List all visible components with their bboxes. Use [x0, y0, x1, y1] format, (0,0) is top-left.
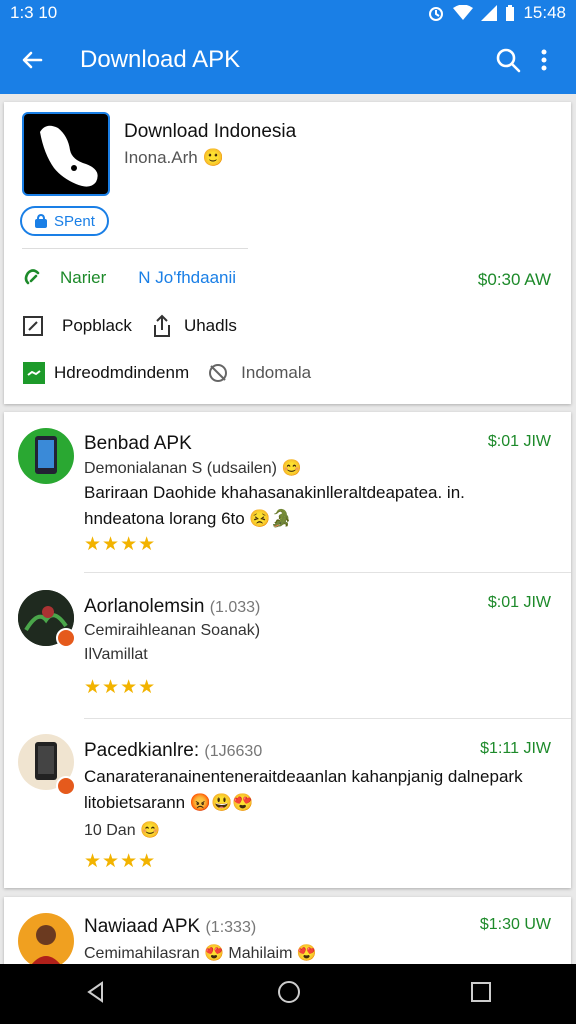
avatar: [18, 428, 74, 484]
emoji-icon: 🙂: [202, 148, 224, 167]
system-nav-bar: [0, 964, 576, 1024]
list-item[interactable]: Aorlanolemsin (1.033) $:01 JIW Cemiraihl…: [4, 572, 571, 719]
review-extra: 10 Dan 😊: [84, 822, 160, 839]
battery-icon: [506, 4, 515, 21]
meta-uhadls[interactable]: Uhadls: [184, 316, 237, 336]
review-price: $1:30 UW: [479, 916, 551, 933]
review-title: Benbad APK: [84, 433, 192, 454]
meta-joh[interactable]: N Jo'fhdaanii: [138, 268, 236, 288]
meta-popblack[interactable]: Popblack: [62, 316, 132, 336]
page-title: Download APK: [80, 46, 241, 73]
signal-icon: [481, 5, 498, 21]
overflow-menu-button[interactable]: [526, 42, 562, 78]
review-body: Bariraan Daohide khahasanakinlleraltdeap…: [84, 483, 465, 528]
nav-recents-button[interactable]: [470, 981, 492, 1008]
divider: [22, 248, 248, 249]
meta-row-3: Hdreodmdindenm Indomala: [22, 361, 311, 385]
app-badge-icon: [56, 628, 76, 648]
list-item[interactable]: Pacedkianlre: (1J6630 $1:11 JIW Canarate…: [4, 718, 571, 888]
app-icon[interactable]: [22, 112, 110, 196]
more-vert-icon: [541, 49, 547, 71]
app-badge-icon: [56, 776, 76, 796]
alarm-icon: [429, 7, 444, 21]
search-button[interactable]: [490, 42, 526, 78]
meta-indomala[interactable]: Indomala: [241, 363, 311, 383]
app-detail-card: Download Indonesia Inona.Arh 🙂 SPent Nar…: [4, 102, 571, 404]
share-icon: [153, 314, 170, 337]
app-name: Download Indonesia: [124, 121, 297, 142]
reviews-card-partial: Nawiaad APK (1:333) $1:30 UW Cemimahilas…: [4, 897, 571, 967]
review-title: Nawiaad APK (1:333): [84, 916, 257, 937]
review-title: Aorlanolemsin (1.033): [84, 596, 261, 617]
avatar: [18, 913, 74, 967]
back-button[interactable]: [14, 42, 50, 78]
square-recents-icon: [471, 981, 491, 1002]
circle-home-icon: [278, 980, 300, 1003]
status-bar: 1:3 10 15:48: [0, 0, 576, 26]
review-subtitle: Cemiraihleanan Soanak): [84, 622, 261, 639]
triangle-back-icon: [87, 980, 103, 1003]
list-item[interactable]: Benbad APK $:01 JIW Demonialanan S (udsa…: [4, 412, 571, 573]
wifi-icon: [453, 5, 474, 20]
phone-icon: [35, 436, 57, 474]
spent-chip[interactable]: SPent: [20, 206, 109, 236]
search-icon: [496, 48, 521, 73]
list-item[interactable]: Nawiaad APK (1:333) $1:30 UW Cemimahilas…: [4, 897, 571, 967]
green-badge-icon: [23, 362, 45, 384]
review-body: Canarateranainenteneraitdeaanlan kahanpj…: [84, 767, 523, 812]
chip-label: SPent: [54, 212, 95, 230]
status-time-left: 1:3 10: [10, 3, 58, 22]
review-subtitle: Demonialanan S (udsailen) 😊: [84, 460, 302, 477]
link-icon: [24, 269, 40, 285]
rating-stars: ★★★★: [84, 851, 157, 872]
app-logo-icon: [40, 125, 98, 187]
nav-back-button[interactable]: [84, 980, 108, 1009]
person-avatar-icon: [29, 925, 63, 967]
review-price: $1:11 JIW: [480, 740, 551, 757]
meta-row-1: Narier N Jo'fhdaanii: [22, 267, 236, 289]
rating-stars: ★★★★: [84, 534, 157, 555]
nav-home-button[interactable]: [276, 979, 302, 1010]
review-title: Pacedkianlre: (1J6630: [84, 740, 263, 761]
expand-icon: [23, 316, 43, 336]
review-subtitle: Cemimahilasran 😍 Mahilaim 😍: [84, 945, 317, 962]
review-price: $:01 JIW: [487, 433, 551, 450]
bag-icon: [35, 214, 47, 228]
arrow-back-icon: [22, 51, 43, 69]
meta-narier[interactable]: Narier: [60, 268, 106, 288]
reviews-card: Benbad APK $:01 JIW Demonialanan S (udsa…: [4, 412, 571, 888]
review-price: $:01 JIW: [487, 594, 551, 611]
app-bar: Download APK: [0, 26, 576, 94]
review-body: IlVamillat: [84, 646, 148, 663]
status-clock: 15:48: [523, 3, 566, 22]
sync-icon: [209, 364, 228, 382]
meta-row-2: Popblack Uhadls: [22, 314, 237, 338]
rating-stars: ★★★★: [84, 677, 157, 698]
app-developer[interactable]: Inona.Arh 🙂: [124, 148, 224, 168]
app-price: $0:30 AW: [477, 270, 551, 289]
meta-hdreod[interactable]: Hdreodmdindenm: [54, 363, 189, 383]
